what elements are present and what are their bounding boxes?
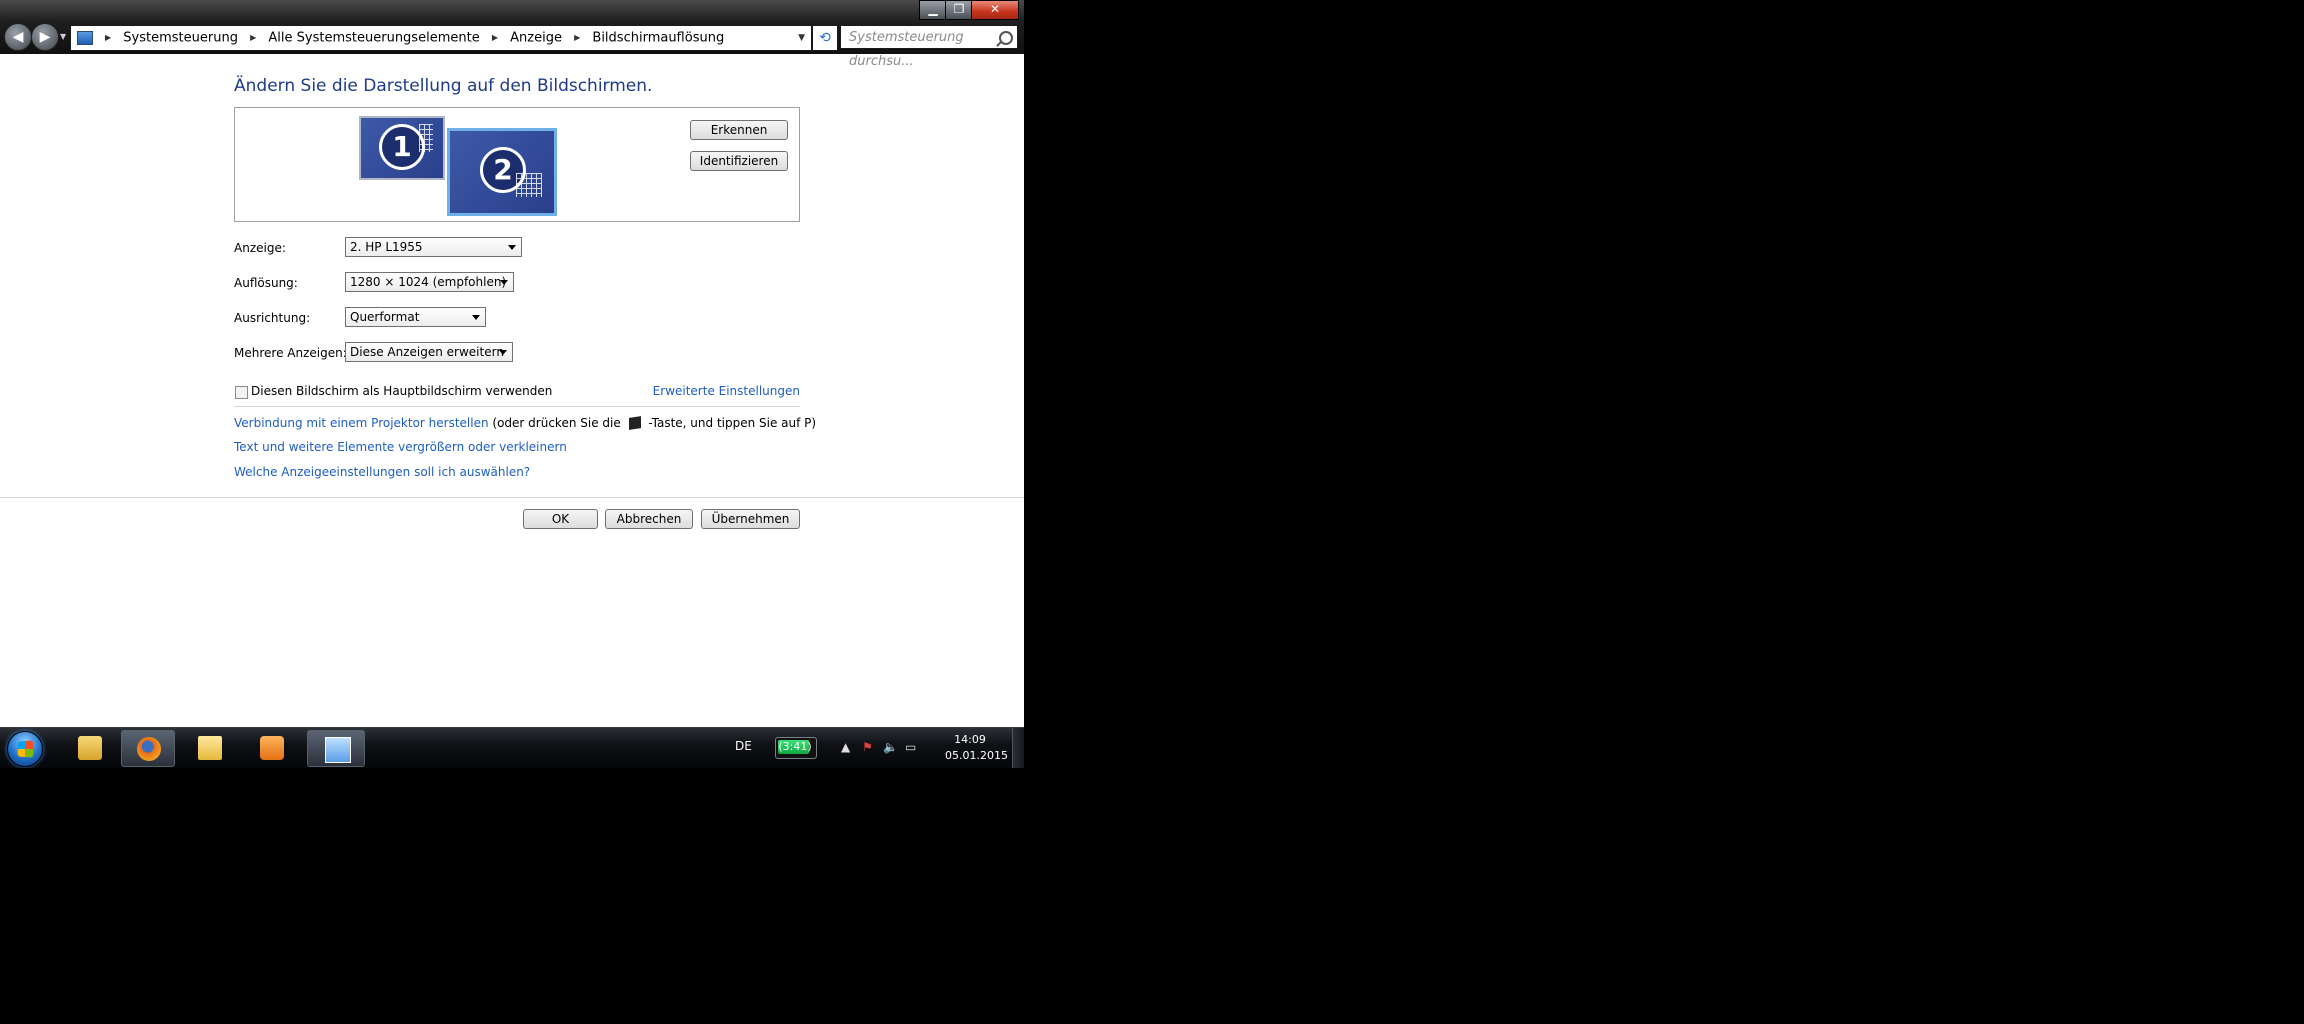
- search-placeholder: Systemsteuerung durchsu...: [849, 30, 964, 69]
- screen: ◀ ▶ ▼ ▶ Systemsteuerung ▶ Alle Systemste…: [0, 0, 1024, 768]
- projector-row: Verbindung mit einem Projektor herstelle…: [234, 416, 816, 430]
- multiple-displays-label: Mehrere Anzeigen:: [234, 346, 347, 360]
- taskbar-control-panel[interactable]: [307, 730, 365, 767]
- monitor-2-selected[interactable]: 2: [447, 128, 557, 216]
- taskbar-mail[interactable]: [183, 730, 237, 767]
- resolution-label: Auflösung:: [234, 276, 298, 290]
- divider: [234, 406, 800, 407]
- primary-display-checkbox[interactable]: [235, 386, 248, 399]
- clock-date: 05.01.2015: [945, 749, 1008, 762]
- identify-button[interactable]: Identifizieren: [690, 151, 788, 171]
- search-input[interactable]: Systemsteuerung durchsu...: [840, 25, 1018, 69]
- resolution-select[interactable]: 1280 × 1024 (empfohlen): [345, 272, 514, 292]
- taskbar-firefox[interactable]: [121, 730, 175, 767]
- volume-icon[interactable]: 🔈: [883, 740, 898, 754]
- orientation-label: Ausrichtung:: [234, 311, 311, 325]
- page-title: Ändern Sie die Darstellung auf den Bilds…: [234, 76, 653, 96]
- text-size-link[interactable]: Text und weitere Elemente vergrößern ode…: [234, 440, 567, 454]
- show-desktop-button[interactable]: [1012, 728, 1024, 768]
- chevron-down-icon: [508, 245, 516, 250]
- breadcrumb: ▶ Systemsteuerung ▶ Alle Systemsteuerung…: [97, 26, 724, 51]
- chevron-down-icon: [499, 350, 507, 355]
- connect-projector-link[interactable]: Verbindung mit einem Projektor herstelle…: [234, 416, 489, 430]
- monitor-1[interactable]: 1: [359, 116, 445, 180]
- cancel-button[interactable]: Abbrechen: [605, 509, 693, 529]
- multiple-displays-value: Diese Anzeigen erweitern: [350, 345, 504, 359]
- chevron-right-icon[interactable]: ▶: [492, 26, 498, 50]
- battery-indicator[interactable]: (3:41): [775, 737, 817, 759]
- show-hidden-icons-icon[interactable]: ▲: [841, 740, 850, 754]
- minimize-button[interactable]: ▁: [919, 0, 947, 20]
- detect-button[interactable]: Erkennen: [690, 120, 788, 140]
- address-bar[interactable]: ▶ Systemsteuerung ▶ Alle Systemsteuerung…: [70, 25, 812, 51]
- display-select[interactable]: 2. HP L1955: [345, 237, 522, 257]
- projector-hint-text: (oder drücken Sie die: [492, 416, 621, 430]
- address-dropdown-icon[interactable]: ▼: [798, 26, 805, 50]
- close-button[interactable]: ✕: [971, 0, 1019, 20]
- projector-hint-text-end: -Taste, und tippen Sie auf P): [648, 416, 817, 430]
- mail-icon: [198, 736, 222, 760]
- taskbar: DE (3:41) ▲ ⚑ 🔈 ▭ 14:09 05.01.2015: [0, 727, 1024, 768]
- chevron-right-icon: ▶: [105, 33, 112, 42]
- breadcrumb-item[interactable]: Systemsteuerung: [123, 31, 238, 46]
- apply-button[interactable]: Übernehmen: [701, 509, 800, 529]
- chevron-right-icon[interactable]: ▶: [250, 26, 256, 50]
- resolution-value: 1280 × 1024 (empfohlen): [350, 275, 507, 289]
- media-player-icon: [260, 736, 284, 760]
- control-panel-window: ◀ ▶ ▼ ▶ Systemsteuerung ▶ Alle Systemste…: [0, 0, 1024, 727]
- monitor-icons-decoration: [516, 173, 542, 197]
- ok-button[interactable]: OK: [523, 509, 598, 529]
- back-button[interactable]: ◀: [4, 23, 32, 51]
- taskbar-explorer[interactable]: [63, 730, 117, 767]
- orientation-select[interactable]: Querformat: [345, 307, 486, 327]
- maximize-button[interactable]: ❐: [945, 0, 973, 20]
- clock[interactable]: 14:09 05.01.2015: [945, 732, 1008, 764]
- search-icon[interactable]: [999, 31, 1013, 45]
- breadcrumb-item[interactable]: Bildschirmauflösung: [592, 31, 724, 46]
- chevron-down-icon: [472, 315, 480, 320]
- divider: [0, 497, 1024, 498]
- refresh-button[interactable]: ⟲: [812, 25, 838, 51]
- taskbar-media-player[interactable]: [245, 730, 299, 767]
- battery-time: (3:41): [778, 740, 812, 753]
- firefox-icon: [137, 737, 161, 761]
- action-center-flag-icon[interactable]: ⚑: [862, 740, 873, 754]
- breadcrumb-item[interactable]: Anzeige: [510, 31, 562, 46]
- primary-display-label[interactable]: Diesen Bildschirm als Hauptbildschirm ve…: [251, 384, 552, 398]
- multiple-displays-select[interactable]: Diese Anzeigen erweitern: [345, 342, 513, 362]
- monitor-icons-decoration: [419, 124, 433, 152]
- chevron-down-icon: [500, 280, 508, 285]
- start-button[interactable]: [7, 731, 43, 767]
- clock-time: 14:09: [954, 733, 986, 746]
- display-label: Anzeige:: [234, 241, 286, 255]
- title-bar: ◀ ▶ ▼ ▶ Systemsteuerung ▶ Alle Systemste…: [0, 0, 1024, 69]
- forward-button[interactable]: ▶: [31, 23, 59, 51]
- breadcrumb-item[interactable]: Alle Systemsteuerungselemente: [268, 31, 479, 46]
- advanced-settings-link[interactable]: Erweiterte Einstellungen: [653, 384, 800, 398]
- language-indicator[interactable]: DE: [735, 739, 752, 753]
- chevron-right-icon[interactable]: ▶: [574, 26, 580, 50]
- which-settings-link[interactable]: Welche Anzeigeeinstellungen soll ich aus…: [234, 465, 530, 479]
- display-settings-icon: [325, 737, 351, 763]
- display-value: 2. HP L1955: [350, 240, 423, 254]
- folder-icon: [78, 736, 102, 760]
- windows-key-icon: [628, 416, 641, 430]
- recent-pages-dropdown-icon[interactable]: ▼: [60, 32, 66, 41]
- network-icon[interactable]: ▭: [905, 740, 916, 754]
- orientation-value: Querformat: [350, 310, 420, 324]
- control-panel-icon: [77, 31, 93, 45]
